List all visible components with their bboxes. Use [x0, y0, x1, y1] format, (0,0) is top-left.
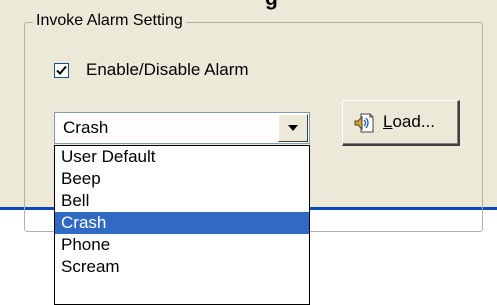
groupbox-legend: Invoke Alarm Setting	[33, 10, 186, 32]
dropdown-option-scream[interactable]: Scream	[55, 256, 309, 278]
dropdown-option-crash[interactable]: Crash	[55, 212, 309, 234]
checkmark-icon	[56, 65, 67, 75]
dropdown-option-beep[interactable]: Beep	[55, 168, 309, 190]
combobox-dropdown-button[interactable]	[278, 114, 308, 142]
speaker-file-icon	[354, 113, 374, 133]
enable-alarm-label[interactable]: Enable/Disable Alarm	[86, 59, 249, 81]
alarm-sound-combobox[interactable]: Crash	[54, 112, 310, 144]
load-button-label: Load...	[383, 112, 436, 131]
dropdown-option-phone[interactable]: Phone	[55, 234, 309, 256]
enable-alarm-checkbox[interactable]	[54, 63, 69, 78]
dropdown-option-bell[interactable]: Bell	[55, 190, 309, 212]
dropdown-option-user-default[interactable]: User Default	[55, 146, 309, 168]
alarm-sound-dropdown-list: User Default Beep Bell Crash Phone Screa…	[54, 145, 310, 305]
clipped-title-text: g	[265, 0, 278, 10]
load-button[interactable]: Load...	[342, 100, 460, 146]
chevron-down-icon	[288, 125, 298, 131]
combobox-selected-value: Crash	[63, 118, 109, 137]
